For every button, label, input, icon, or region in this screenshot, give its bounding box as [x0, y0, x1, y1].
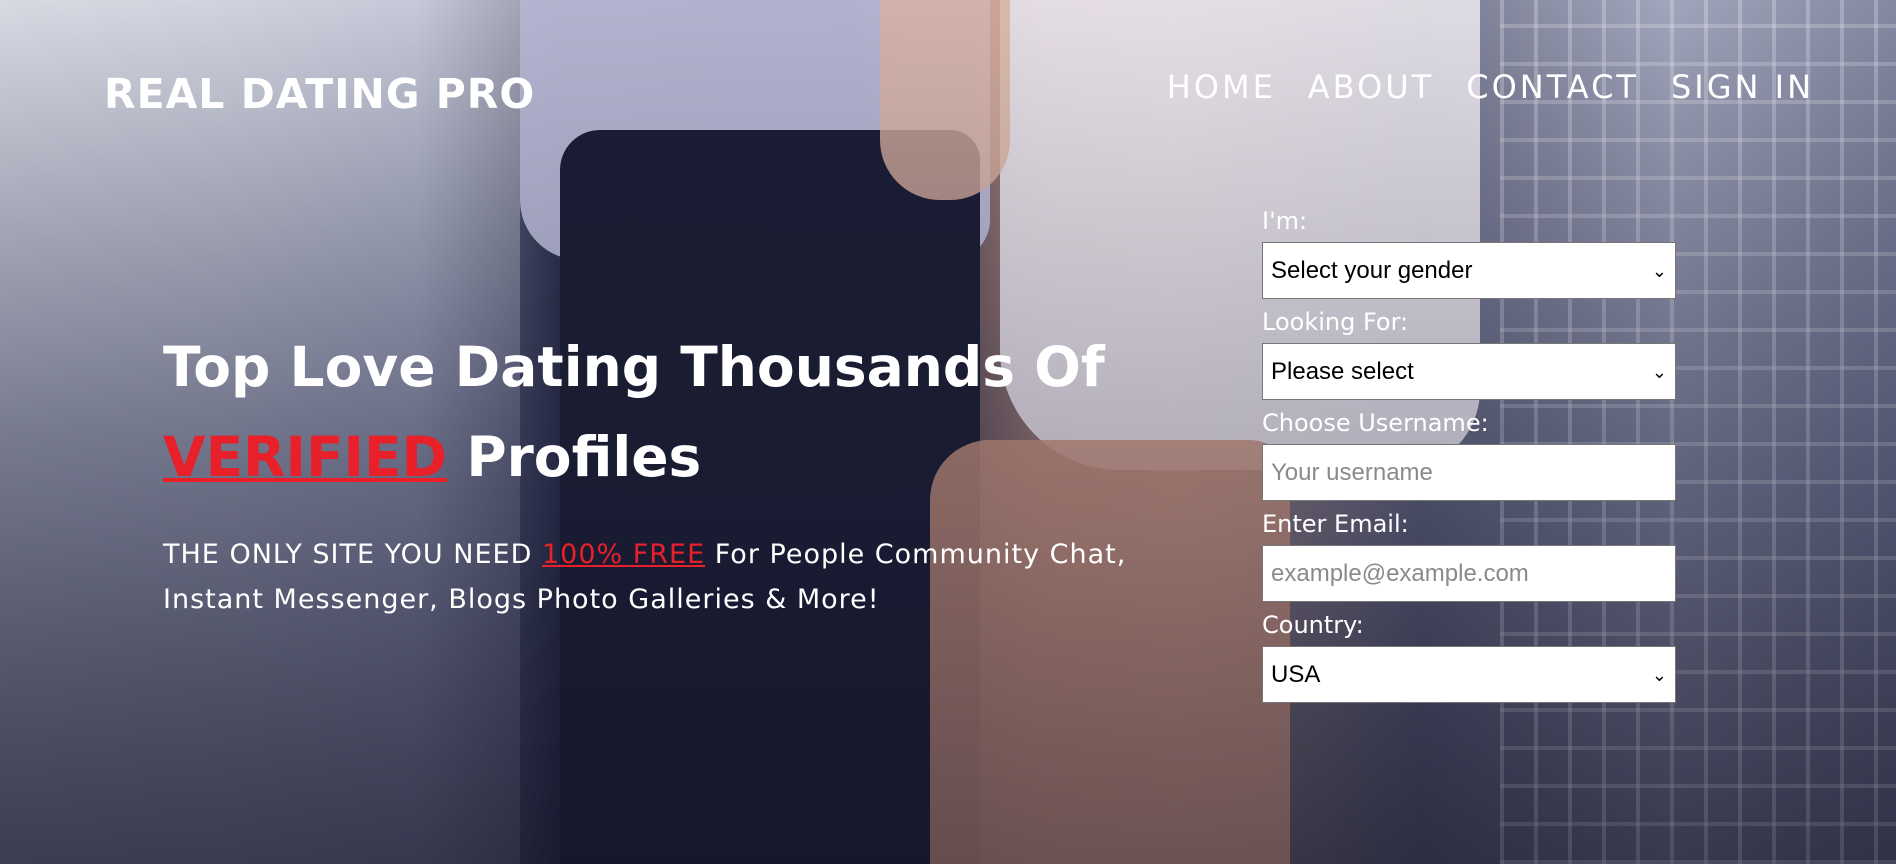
- country-select-value: USA: [1271, 660, 1321, 688]
- looking-for-label: Looking For:: [1262, 308, 1409, 336]
- username-placeholder: Your username: [1271, 458, 1433, 486]
- looking-for-select-value: Please select: [1271, 357, 1414, 385]
- username-input[interactable]: Your username: [1262, 444, 1676, 501]
- main-nav: HOME ABOUT CONTACT SIGN IN: [1167, 68, 1814, 106]
- site-logo[interactable]: REAL DATING PRO: [104, 70, 535, 118]
- country-select[interactable]: USA ⌄: [1262, 646, 1676, 703]
- hero-section: REAL DATING PRO HOME ABOUT CONTACT SIGN …: [0, 0, 1896, 864]
- subtext-start: THE ONLY SITE YOU NEED: [163, 539, 542, 570]
- gender-label: I'm:: [1262, 207, 1308, 235]
- headline-verified-link[interactable]: VERIFIED: [163, 425, 447, 489]
- chevron-down-icon: ⌄: [1651, 664, 1667, 685]
- country-label: Country:: [1262, 611, 1364, 639]
- looking-for-select[interactable]: Please select ⌄: [1262, 343, 1676, 400]
- hero-subtext: THE ONLY SITE YOU NEED 100% FREE For Peo…: [163, 532, 1203, 622]
- chevron-down-icon: ⌄: [1651, 361, 1667, 382]
- nav-item-about[interactable]: ABOUT: [1308, 68, 1434, 106]
- gender-select-value: Select your gender: [1271, 256, 1473, 284]
- nav-item-sign-in[interactable]: SIGN IN: [1671, 68, 1814, 106]
- gender-select[interactable]: Select your gender ⌄: [1262, 242, 1676, 299]
- nav-item-home[interactable]: HOME: [1167, 68, 1276, 106]
- email-label: Enter Email:: [1262, 510, 1409, 538]
- chevron-down-icon: ⌄: [1651, 260, 1667, 281]
- signup-form: I'm: Select your gender ⌄ Looking For: P…: [1262, 205, 1676, 710]
- username-label: Choose Username:: [1262, 409, 1489, 437]
- headline-text: Top Love Dating Thousands Of: [163, 335, 1105, 399]
- hero-headline: Top Love Dating Thousands Of VERIFIED Pr…: [163, 322, 1143, 502]
- free-link[interactable]: 100% FREE: [542, 539, 705, 570]
- nav-item-contact[interactable]: CONTACT: [1466, 68, 1639, 106]
- email-placeholder: example@example.com: [1271, 559, 1529, 587]
- headline-text-end: Profiles: [447, 425, 702, 489]
- email-input[interactable]: example@example.com: [1262, 545, 1676, 602]
